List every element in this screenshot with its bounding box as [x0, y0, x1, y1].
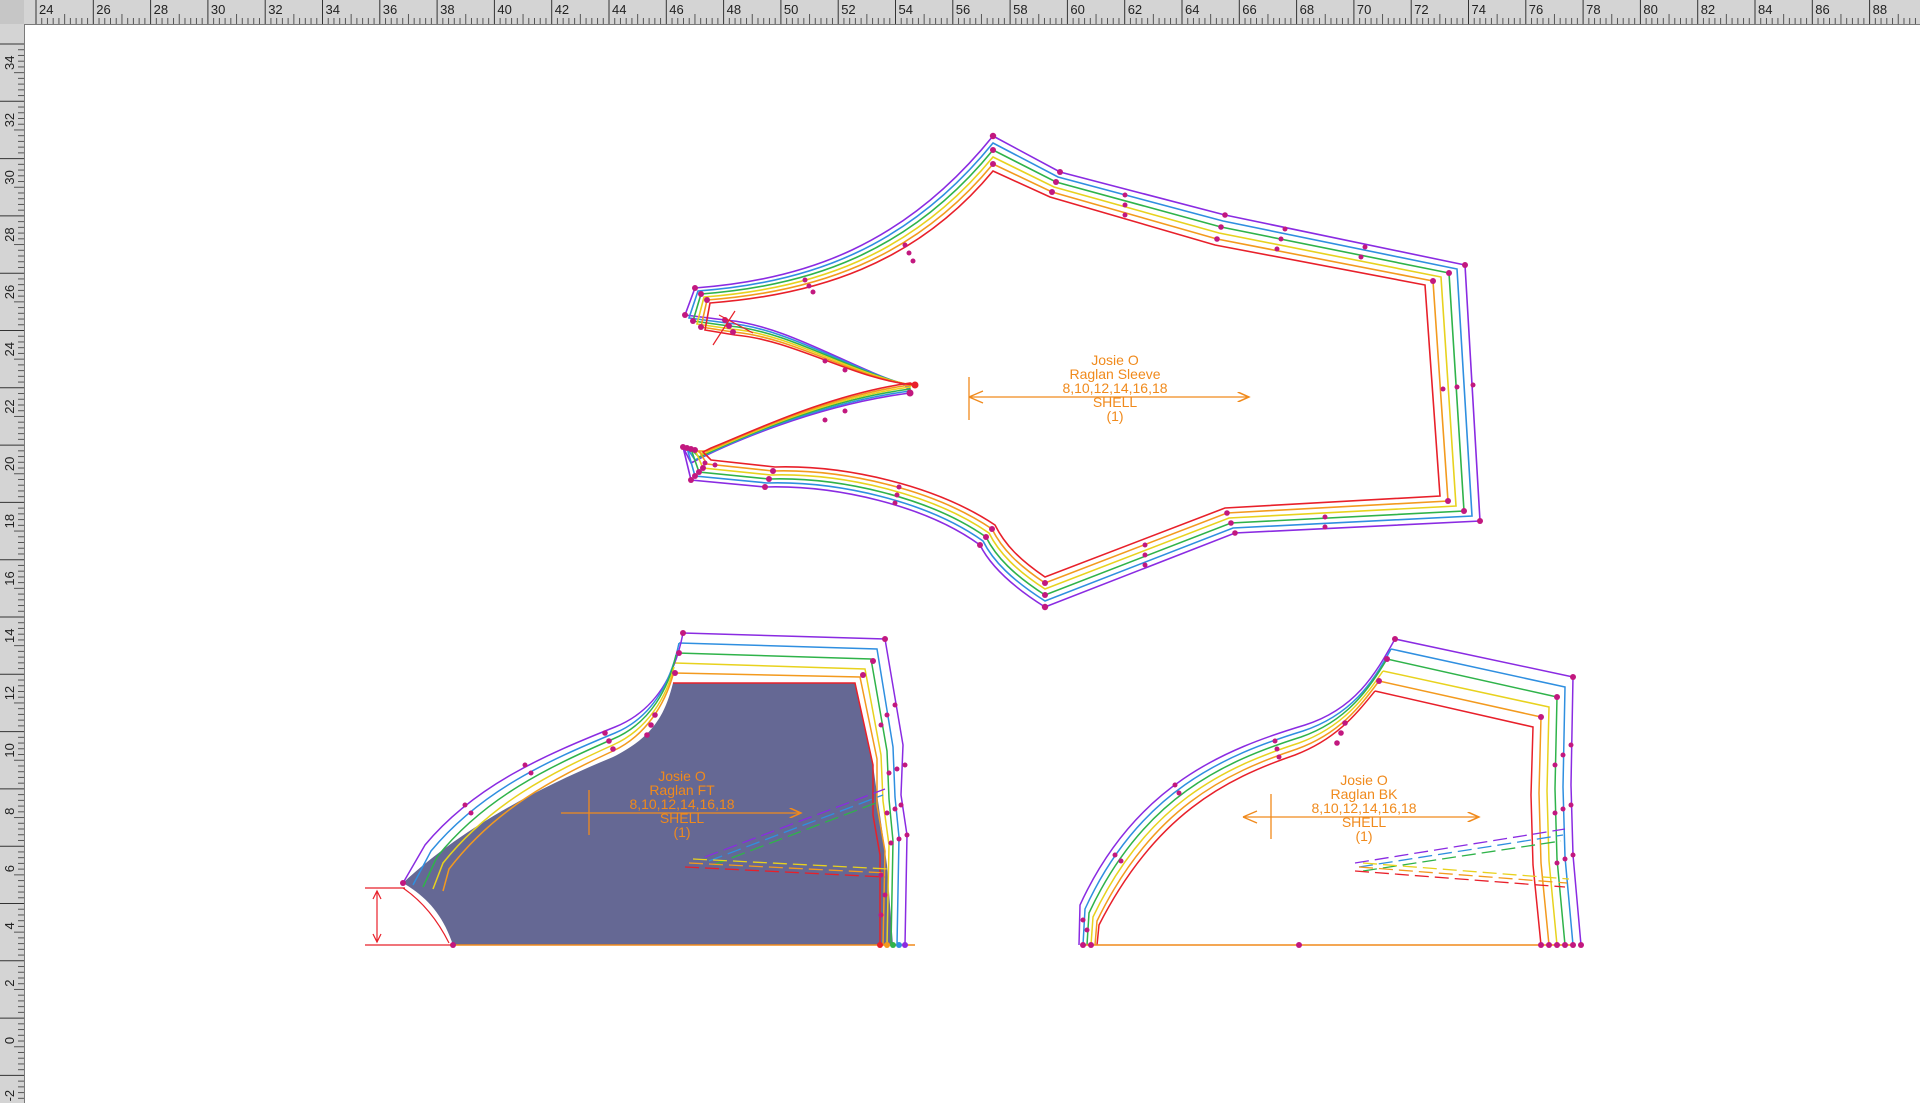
ruler-label: 0: [2, 1037, 17, 1044]
ruler-label: 52: [841, 2, 855, 17]
pattern-workspace: 24 26 28 30 32 34 36 38 40 42 44 46 48 50 52 54 56 58 60 62…: [0, 0, 1920, 1103]
sleeve-annotation: Josie O Raglan Sleeve 8,10,12,14,16,18 S…: [1062, 352, 1167, 424]
ruler-label: 26: [96, 2, 110, 17]
ruler-label: 8: [2, 808, 17, 815]
ruler-label: 70: [1357, 2, 1371, 17]
ruler-label: 32: [2, 113, 17, 127]
front-label-quantity: (1): [673, 824, 690, 840]
pattern-canvas-svg[interactable]: Josie O Raglan Sleeve 8,10,12,14,16,18 S…: [25, 25, 1920, 1103]
ruler-label: 28: [2, 227, 17, 241]
ruler-label: 30: [2, 170, 17, 184]
ruler-label: 38: [440, 2, 454, 17]
ruler-label: 44: [612, 2, 626, 17]
ruler-label: 58: [1013, 2, 1027, 17]
ruler-label: 18: [2, 514, 17, 528]
ruler-label: 34: [2, 56, 17, 70]
back-label-quantity: (1): [1355, 828, 1372, 844]
ruler-label: 86: [1815, 2, 1829, 17]
ruler-label: 24: [39, 2, 53, 17]
ruler-label: 64: [1185, 2, 1199, 17]
ruler-label: 46: [669, 2, 683, 17]
back-annotation: Josie O Raglan BK 8,10,12,14,16,18 SHELL…: [1311, 772, 1416, 844]
vertical-ruler[interactable]: 34 32 30 28 26 24 22 20 18 16 14 12 10 8 6 4 2 0 -2: [0, 24, 25, 1103]
ruler-label: 36: [383, 2, 397, 17]
ruler-label: 50: [784, 2, 798, 17]
ruler-label: 32: [268, 2, 282, 17]
sleeve-label-quantity: (1): [1106, 408, 1123, 424]
ruler-label: -2: [2, 1090, 17, 1102]
ruler-label: 78: [1586, 2, 1600, 17]
ruler-label: 84: [1758, 2, 1772, 17]
ruler-label: 34: [326, 2, 340, 17]
back-dart-lines: [1354, 828, 1570, 888]
ruler-label: 54: [899, 2, 913, 17]
ruler-label: 20: [2, 457, 17, 471]
ruler-label: 60: [1070, 2, 1084, 17]
ruler-label: 56: [956, 2, 970, 17]
ruler-corner: [0, 0, 25, 25]
piece-raglan-sleeve[interactable]: Josie O Raglan Sleeve 8,10,12,14,16,18 S…: [680, 132, 1483, 611]
ruler-label: 12: [2, 686, 17, 700]
ruler-label: 26: [2, 285, 17, 299]
ruler-label: 2: [2, 980, 17, 987]
ruler-label: 80: [1643, 2, 1657, 17]
ruler-label: 88: [1873, 2, 1887, 17]
ruler-label: 68: [1300, 2, 1314, 17]
piece-raglan-front[interactable]: Josie O Raglan FT 8,10,12,14,16,18 SHELL…: [365, 630, 915, 948]
ruler-label: 82: [1701, 2, 1715, 17]
piece-raglan-back[interactable]: Josie O Raglan BK 8,10,12,14,16,18 SHELL…: [1078, 636, 1584, 948]
ruler-label: 14: [2, 629, 17, 643]
horizontal-ruler-ticks: 24 26 28 30 32 34 36 38 40 42 44 46 48 50 52 54 56 58 60 62…: [35, 0, 1916, 24]
ruler-label: 24: [2, 342, 17, 356]
ruler-label: 40: [497, 2, 511, 17]
ruler-label: 10: [2, 743, 17, 757]
ruler-label: 22: [2, 399, 17, 413]
ruler-label: 4: [2, 922, 17, 929]
vertical-ruler-ticks: 3432302826242220181614121086420-2: [0, 43, 24, 1102]
ruler-label: 62: [1128, 2, 1142, 17]
ruler-label: 42: [555, 2, 569, 17]
ruler-label: 48: [727, 2, 741, 17]
ruler-label: 76: [1529, 2, 1543, 17]
ruler-label: 72: [1414, 2, 1428, 17]
horizontal-ruler[interactable]: 24 26 28 30 32 34 36 38 40 42 44 46 48 50 52 54 56 58 60 62…: [24, 0, 1920, 25]
ruler-label: 6: [2, 865, 17, 872]
ruler-label: 66: [1242, 2, 1256, 17]
drawing-canvas[interactable]: Josie O Raglan Sleeve 8,10,12,14,16,18 S…: [25, 25, 1920, 1103]
ruler-label: 16: [2, 571, 17, 585]
ruler-label: 30: [211, 2, 225, 17]
ruler-label: 28: [154, 2, 168, 17]
ruler-label: 74: [1472, 2, 1486, 17]
